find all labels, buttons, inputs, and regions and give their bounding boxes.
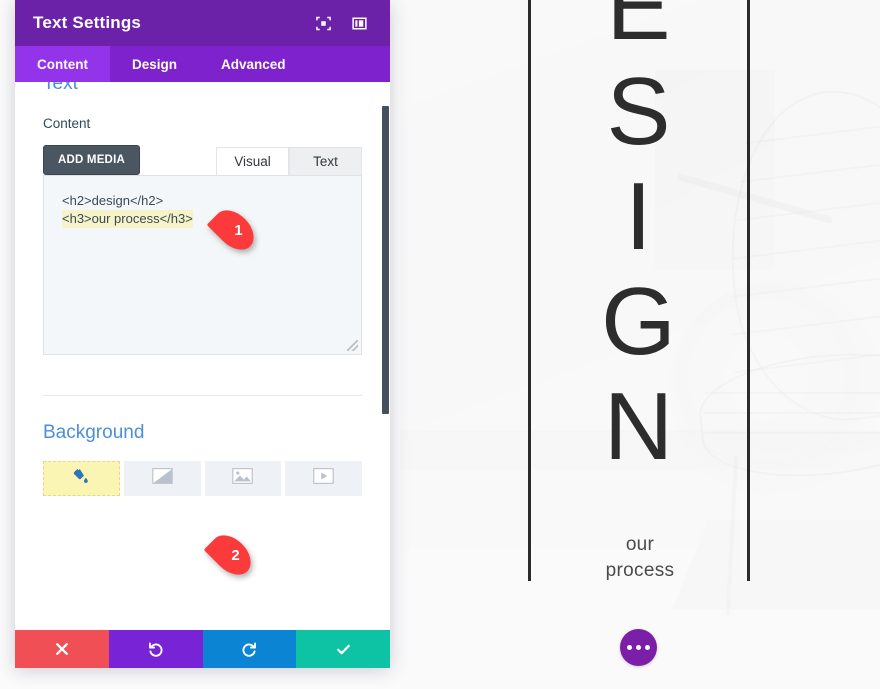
text-section-title: Text [43, 82, 78, 94]
undo-button[interactable] [108, 630, 203, 668]
marker-number: 1 [234, 221, 243, 239]
ellipsis-icon [645, 645, 650, 650]
background-image-tab[interactable] [204, 461, 282, 496]
section-divider [43, 395, 362, 396]
callout-marker-1: 1 [206, 202, 262, 258]
subheadline-line: process [605, 560, 675, 581]
headline-letter: G [601, 268, 677, 375]
headline-letter: I [625, 163, 653, 270]
background-section-title: Background [43, 422, 145, 443]
modal-header: Text Settings [15, 0, 390, 46]
subheadline-line: our [625, 534, 655, 555]
screen: E S I G N our process Text Settings Cont… [0, 0, 880, 689]
headline-letter: N [603, 373, 675, 480]
save-button[interactable] [296, 630, 390, 668]
editor-tab-visual[interactable]: Visual [216, 147, 289, 175]
editor-code-line: <h2>design</h2> [62, 193, 164, 208]
layout-panel-icon[interactable] [346, 10, 372, 36]
marker-number: 2 [231, 546, 240, 564]
callout-marker-2: 2 [203, 527, 259, 583]
tab-design[interactable]: Design [110, 46, 199, 82]
editor-toolbar: ADD MEDIA Visual Text [43, 145, 362, 175]
background-gradient-icon [151, 468, 173, 489]
modal-title: Text Settings [33, 13, 142, 32]
cancel-button[interactable] [15, 630, 109, 668]
close-icon [55, 643, 68, 655]
ellipsis-icon [636, 645, 641, 650]
background-color-tab[interactable] [43, 461, 120, 496]
subheadline: our process [560, 532, 720, 584]
editor-mode-tabs: Visual Text [216, 147, 362, 175]
tab-advanced[interactable]: Advanced [199, 46, 308, 82]
content-field-label: Content [43, 116, 91, 131]
modal-tab-bar: Content Design Advanced [15, 46, 390, 82]
redo-button[interactable] [202, 630, 297, 668]
content-textarea[interactable]: <h2>design</h2> <h3>our process</h3> [43, 175, 362, 355]
headline-letter: E [606, 0, 672, 60]
ellipsis-icon [627, 645, 632, 650]
textarea-resize-handle[interactable] [347, 340, 358, 351]
module-more-options-button[interactable] [620, 629, 657, 666]
tab-content[interactable]: Content [15, 46, 110, 82]
vertical-headline: E S I G N [565, 0, 713, 479]
redo-icon [242, 642, 256, 657]
background-color-icon [72, 467, 91, 491]
background-gradient-tab[interactable] [123, 461, 201, 496]
background-video-icon [313, 468, 334, 489]
add-media-button[interactable]: ADD MEDIA [43, 145, 140, 175]
modal-scrollbar[interactable] [381, 82, 390, 630]
divider-line-left [528, 0, 531, 581]
check-icon [336, 644, 350, 654]
background-image-icon [232, 468, 254, 489]
focus-target-icon[interactable] [310, 10, 336, 36]
background-type-tabs [43, 461, 362, 496]
divider-line-right [747, 0, 750, 581]
headline-letter: S [606, 58, 672, 165]
editor-code-line-highlighted: <h3>our process</h3> [62, 210, 193, 228]
undo-icon [149, 642, 163, 657]
modal-footer [15, 630, 390, 668]
modal-scrollbar-thumb[interactable] [382, 106, 389, 414]
background-video-tab[interactable] [285, 461, 362, 496]
editor-tab-text[interactable]: Text [289, 147, 362, 175]
